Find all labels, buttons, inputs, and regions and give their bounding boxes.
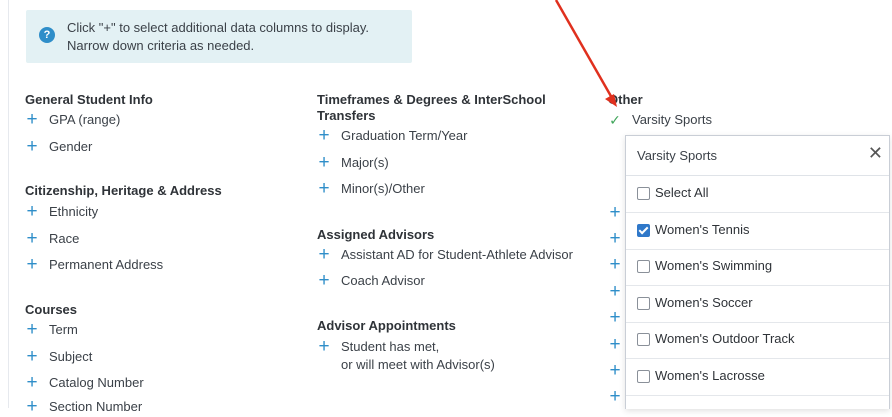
plus-icon[interactable]: + (608, 335, 622, 354)
add-gender[interactable]: + Gender (25, 136, 92, 157)
question-icon: ? (39, 27, 55, 43)
info-line-1: Click "+" to select additional data colu… (67, 20, 370, 35)
varsity-sports-dropdown: Varsity Sports ✕ Select All Women's Tenni… (625, 135, 890, 409)
section-heading-advisor-appointments: Advisor Appointments (317, 318, 456, 333)
add-subject[interactable]: + Subject (25, 346, 92, 367)
dropdown-option-label: Women's Soccer (655, 294, 753, 310)
plus-icon[interactable]: + (608, 361, 622, 380)
checkbox[interactable] (637, 223, 650, 237)
plus-icon[interactable]: + (608, 308, 622, 327)
varsity-sports-selected[interactable]: ✓ Varsity Sports (608, 111, 712, 129)
dropdown-option[interactable]: Women's Lacrosse (626, 359, 889, 396)
section-heading-citizenship: Citizenship, Heritage & Address (25, 183, 222, 198)
add-catalog-number[interactable]: + Catalog Number (25, 372, 143, 393)
dropdown-option-label: Women's Swimming (655, 258, 773, 273)
dropdown-option[interactable]: Women's Soccer (626, 286, 889, 323)
checkbox[interactable] (637, 260, 650, 273)
plus-icon: + (26, 319, 38, 340)
add-graduation-term-year[interactable]: + Graduation Term/Year (317, 125, 467, 146)
info-line-2: Narrow down criteria as needed. (67, 38, 255, 53)
plus-icon[interactable]: + (608, 203, 622, 222)
dropdown-option[interactable]: Select All (626, 176, 889, 213)
add-ethnicity[interactable]: + Ethnicity (25, 201, 98, 222)
section-heading-courses: Courses (25, 302, 78, 317)
plus-icon: + (26, 254, 38, 275)
plus-icon: + (26, 136, 38, 157)
add-section-number[interactable]: + Section Number (25, 396, 142, 417)
dropdown-option[interactable]: Women's Swimming (626, 249, 889, 286)
plus-icon[interactable]: + (608, 255, 622, 274)
section-heading-timeframes: Timeframes & Degrees & InterSchool Trans… (317, 92, 546, 123)
close-icon[interactable]: ✕ (868, 144, 883, 162)
section-heading-other: Other (608, 92, 643, 107)
checkbox[interactable] (637, 187, 650, 200)
section-heading-assigned-advisors: Assigned Advisors (317, 227, 435, 242)
dropdown-option-label: Select All (655, 185, 709, 200)
add-majors[interactable]: + Major(s) (317, 152, 388, 173)
plus-icon: + (26, 396, 38, 417)
dropdown-header: Varsity Sports ✕ (626, 136, 889, 176)
plus-icon: + (26, 109, 38, 130)
plus-icon: + (26, 372, 38, 393)
plus-icon: + (318, 152, 330, 173)
add-assistant-ad-advisor[interactable]: + Assistant AD for Student-Athlete Adviso… (317, 244, 573, 265)
checkmark-icon: ✓ (609, 112, 621, 128)
dropdown-option[interactable]: Women's Outdoor Track (626, 322, 889, 359)
dropdown-option-label: Women's Lacrosse (655, 367, 765, 383)
plus-icon[interactable]: + (608, 282, 622, 301)
plus-icon: + (318, 270, 330, 291)
plus-icon: + (26, 228, 38, 249)
info-banner: ? Click "+" to select additional data co… (26, 10, 412, 63)
checkbox[interactable] (637, 333, 650, 346)
add-term[interactable]: + Term (25, 319, 77, 340)
plus-icon: + (318, 178, 330, 199)
plus-icon: + (318, 336, 330, 357)
add-coach-advisor[interactable]: + Coach Advisor (317, 270, 424, 291)
checkbox[interactable] (637, 369, 650, 383)
plus-icon[interactable]: + (608, 387, 622, 406)
checkbox[interactable] (637, 296, 650, 310)
dropdown-option-label: Women's Outdoor Track (655, 331, 795, 346)
dropdown-title: Varsity Sports (637, 148, 717, 163)
plus-icon[interactable]: + (608, 229, 622, 248)
add-student-has-met[interactable]: + Student has met, or will meet with Advis… (317, 336, 494, 374)
add-gpa-range[interactable]: + GPA (range) (25, 109, 120, 130)
dropdown-option-label: Women's Tennis (655, 221, 750, 237)
plus-icon: + (26, 201, 38, 222)
plus-icon: + (318, 244, 330, 265)
plus-icon: + (26, 346, 38, 367)
add-minors-other[interactable]: + Minor(s)/Other (317, 178, 424, 199)
panel-left-border (8, 0, 9, 408)
add-permanent-address[interactable]: + Permanent Address (25, 254, 163, 275)
info-text: Click "+" to select additional data colu… (67, 19, 369, 55)
add-race[interactable]: + Race (25, 228, 79, 249)
plus-icon: + (318, 125, 330, 146)
dropdown-option[interactable]: Women's Tennis (626, 213, 889, 250)
section-heading-general-student-info: General Student Info (25, 92, 153, 107)
